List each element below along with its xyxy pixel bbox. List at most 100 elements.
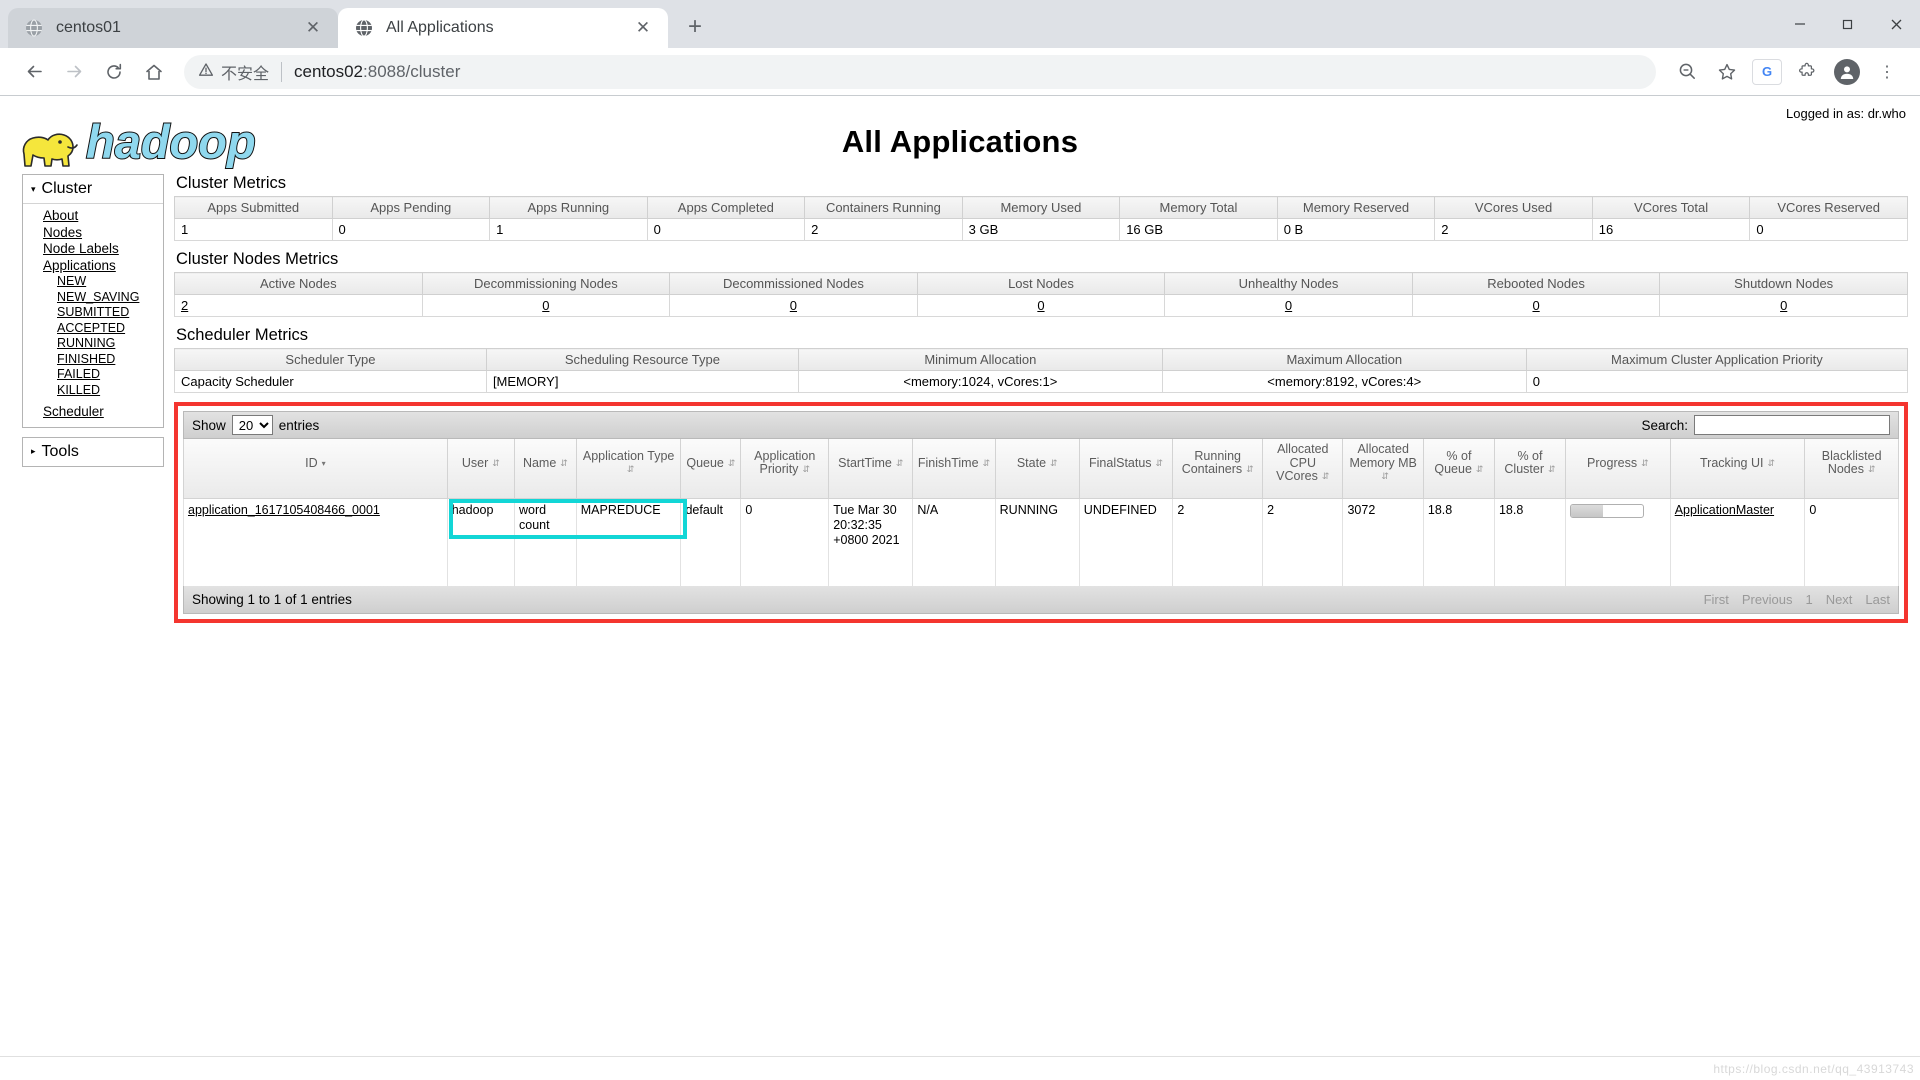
window-minimize-button[interactable] — [1776, 0, 1824, 48]
sidebar-item-scheduler[interactable]: Scheduler — [43, 404, 163, 421]
sort-icon: ⇵ — [895, 457, 904, 468]
cell-blacklisted-nodes: 0 — [1804, 498, 1899, 586]
col-application-type[interactable]: Application Type⇵ — [575, 439, 682, 499]
url-host: centos02 — [294, 61, 364, 81]
val-decommissioning-nodes[interactable]: 0 — [542, 298, 549, 313]
col-decommissioned-nodes: Decommissioned Nodes — [669, 272, 918, 295]
address-bar[interactable]: 不安全 centos02:8088/cluster — [184, 54, 1656, 89]
col-vcores-total: VCores Total — [1591, 196, 1751, 219]
cluster-nodes-metrics-table: Active Nodes Decommissioning Nodes Decom… — [174, 272, 1908, 317]
window-close-button[interactable] — [1872, 0, 1920, 48]
bookmark-star-icon[interactable] — [1708, 53, 1746, 91]
sidebar-item-new-saving[interactable]: NEW_SAVING — [43, 290, 163, 306]
browser-tab-title: All Applications — [386, 19, 494, 36]
chevron-right-icon: ▸ — [31, 446, 36, 456]
val-lost-nodes[interactable]: 0 — [1037, 298, 1044, 313]
col-progress[interactable]: Progress ⇵ — [1564, 439, 1671, 499]
sidebar-item-new[interactable]: NEW — [43, 274, 163, 290]
col-id[interactable]: ID ▾ — [183, 439, 448, 499]
page-title: All Applications — [841, 124, 1079, 159]
pager-next[interactable]: Next — [1826, 592, 1853, 607]
browser-status-bar: https://blog.csdn.net/qq_43913743 — [0, 1056, 1920, 1080]
browser-tab-1[interactable]: All Applications ✕ — [338, 8, 668, 48]
back-button[interactable] — [14, 52, 54, 92]
col-blacklisted-nodes[interactable]: Blacklisted Nodes ⇵ — [1804, 439, 1899, 499]
pager-page-1[interactable]: 1 — [1805, 592, 1812, 607]
col-starttime[interactable]: StartTime ⇵ — [828, 439, 914, 499]
col-vcores-reserved: VCores Reserved — [1749, 196, 1908, 219]
col-user[interactable]: User ⇵ — [446, 439, 516, 499]
tab-close-icon[interactable]: ✕ — [630, 15, 656, 41]
browser-menu-icon[interactable]: ⋮ — [1868, 53, 1906, 91]
tab-close-icon[interactable]: ✕ — [300, 15, 326, 41]
col-finishtime[interactable]: FinishTime ⇵ — [912, 439, 996, 499]
val-active-nodes[interactable]: 2 — [181, 298, 188, 313]
val-rebooted-nodes[interactable]: 0 — [1532, 298, 1539, 313]
col-maximum-allocation: Maximum Allocation — [1161, 348, 1527, 371]
sidebar-item-submitted[interactable]: SUBMITTED — [43, 305, 163, 321]
val-decommissioned-nodes[interactable]: 0 — [790, 298, 797, 313]
sidebar-item-killed[interactable]: KILLED — [43, 383, 163, 399]
val-shutdown-nodes[interactable]: 0 — [1780, 298, 1787, 313]
col-allocated-cpu-vcores[interactable]: Allocated CPU VCores ⇵ — [1262, 439, 1344, 499]
col-finalstatus[interactable]: FinalStatus ⇵ — [1078, 439, 1174, 499]
cell-finishtime: N/A — [912, 498, 996, 586]
val-unhealthy-nodes[interactable]: 0 — [1285, 298, 1292, 313]
val-vcores-used: 2 — [1434, 218, 1593, 241]
cell-pct-of-cluster: 18.8 — [1493, 498, 1566, 586]
home-button[interactable] — [134, 52, 174, 92]
progress-bar-fill — [1570, 504, 1604, 517]
val-apps-running: 1 — [489, 218, 648, 241]
table-header-row: ID ▾ User ⇵ Name ⇵ Application Type⇵ Queue ⇵… — [183, 439, 1899, 499]
sidebar-item-nodes[interactable]: Nodes — [43, 225, 163, 242]
not-secure-indicator[interactable]: 不安全 — [198, 60, 269, 84]
pager-previous[interactable]: Previous — [1742, 592, 1793, 607]
datatable-search-control: Search: — [1641, 415, 1890, 435]
extensions-puzzle-icon[interactable] — [1788, 53, 1826, 91]
window-maximize-button[interactable] — [1824, 0, 1872, 48]
col-name[interactable]: Name ⇵ — [514, 439, 577, 499]
pager-last[interactable]: Last — [1865, 592, 1890, 607]
sidebar-item-applications[interactable]: Applications — [43, 258, 163, 275]
val-max-cluster-app-priority: 0 — [1525, 370, 1909, 393]
watermark-text: https://blog.csdn.net/qq_43913743 — [1713, 1061, 1914, 1076]
profile-avatar-icon[interactable] — [1828, 53, 1866, 91]
col-state[interactable]: State ⇵ — [994, 439, 1080, 499]
sort-icon: ⇵ — [1475, 464, 1484, 475]
col-pct-of-queue[interactable]: % of Queue ⇵ — [1422, 439, 1495, 499]
col-allocated-memory-mb[interactable]: Allocated Memory MB⇵ — [1342, 439, 1424, 499]
col-queue[interactable]: Queue ⇵ — [680, 439, 742, 499]
col-tracking-ui[interactable]: Tracking UI ⇵ — [1669, 439, 1806, 499]
sidebar-item-about[interactable]: About — [43, 208, 163, 225]
cell-finalstatus: UNDEFINED — [1078, 498, 1174, 586]
sidebar-tools-header[interactable]: ▸ Tools — [23, 438, 163, 466]
col-running-containers[interactable]: Running Containers ⇵ — [1172, 439, 1264, 499]
browser-tab-strip: centos01 ✕ All Applications ✕ + — [0, 0, 1920, 48]
val-apps-pending: 0 — [331, 218, 491, 241]
cell-application-id[interactable]: application_1617105408466_0001 — [188, 503, 380, 517]
avatar — [1834, 58, 1860, 85]
forward-button[interactable] — [54, 52, 94, 92]
zoom-icon[interactable] — [1668, 53, 1706, 91]
col-memory-used: Memory Used — [961, 196, 1121, 219]
col-active-nodes: Active Nodes — [174, 272, 423, 295]
entries-per-page-select[interactable]: 20 — [231, 415, 273, 435]
col-pct-of-cluster[interactable]: % of Cluster ⇵ — [1493, 439, 1566, 499]
pager-first[interactable]: First — [1704, 592, 1729, 607]
search-input[interactable] — [1694, 415, 1890, 435]
col-scheduling-resource-type: Scheduling Resource Type — [485, 348, 799, 371]
reload-button[interactable] — [94, 52, 134, 92]
scheduler-metrics-table: Scheduler Type Scheduling Resource Type … — [174, 348, 1909, 393]
sidebar-item-finished[interactable]: FINISHED — [43, 352, 163, 368]
sidebar-item-running[interactable]: RUNNING — [43, 336, 163, 352]
sidebar-item-node-labels[interactable]: Node Labels — [43, 241, 163, 258]
browser-tab-0[interactable]: centos01 ✕ — [8, 8, 338, 48]
sidebar-item-failed[interactable]: FAILED — [43, 367, 163, 383]
translate-icon[interactable]: G — [1748, 53, 1786, 91]
sidebar-item-accepted[interactable]: ACCEPTED — [43, 321, 163, 337]
sort-icon: ⇵ — [982, 457, 991, 468]
col-application-priority[interactable]: Application Priority ⇵ — [740, 439, 830, 499]
new-tab-button[interactable]: + — [678, 10, 712, 44]
cell-tracking-ui-link[interactable]: ApplicationMaster — [1675, 503, 1774, 517]
cell-application-type: MAPREDUCE — [575, 498, 682, 586]
